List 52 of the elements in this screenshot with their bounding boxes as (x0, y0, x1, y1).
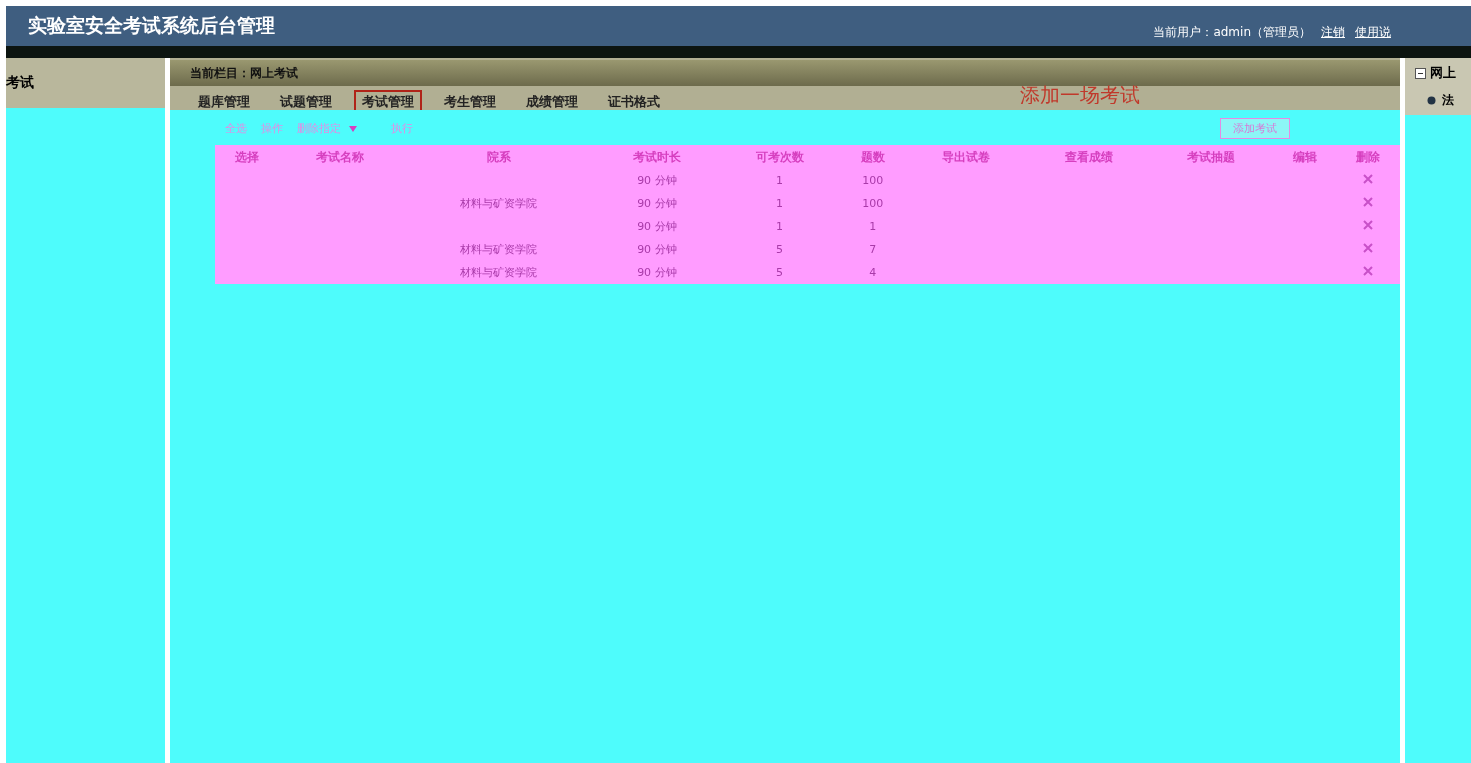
delete-icon[interactable] (1362, 242, 1375, 254)
nav-tab[interactable]: 证书格式 (600, 90, 669, 110)
panel-link[interactable]: 法 (1442, 92, 1455, 109)
nav-tab[interactable]: 试题管理 (272, 90, 341, 110)
delete-icon[interactable] (1362, 219, 1375, 231)
caret-icon (349, 125, 358, 132)
delete-icon[interactable] (1362, 265, 1375, 277)
collapse-icon[interactable] (1415, 67, 1427, 79)
column-header: 导出试卷 (904, 145, 1028, 169)
table-cell: 1 (718, 215, 841, 238)
header-link[interactable]: 使用说 (1355, 23, 1391, 41)
table-cell: 100 (840, 169, 905, 192)
nav-tab[interactable]: 题库管理 (190, 90, 259, 110)
bullet-icon (1427, 96, 1437, 105)
column-header: 删除 (1336, 145, 1401, 169)
column-header: 考试名称 (279, 145, 402, 169)
table-cell: 100 (840, 192, 905, 215)
table-cell: 1 (718, 169, 841, 192)
column-header: 选择 (215, 145, 280, 169)
nav-tab[interactable]: 考生管理 (436, 90, 505, 110)
column-header: 可考次数 (718, 145, 841, 169)
delete-icon[interactable] (1362, 173, 1375, 185)
column-header: 题数 (840, 145, 905, 169)
column-header: 查看成绩 (1027, 145, 1150, 169)
table-cell: 4 (840, 261, 905, 284)
table-cell: 90 分钟 (595, 238, 719, 261)
table-cell: 1 (718, 192, 841, 215)
table-cell: 7 (840, 238, 905, 261)
table-cell: 1 (840, 215, 905, 238)
panel-heading: 网上 (1430, 64, 1457, 82)
delete-icon[interactable] (1362, 196, 1375, 208)
table-cell: 90 分钟 (595, 169, 719, 192)
breadcrumb-bar: 当前栏目：网上考试 (170, 60, 1401, 86)
sidebar-heading: 考试 (6, 58, 166, 108)
table-cell: 材料与矿资学院 (401, 238, 596, 261)
table-cell: 90 分钟 (595, 192, 719, 215)
table-cell: 90 分钟 (595, 215, 719, 238)
table-cell: 90 分钟 (595, 261, 719, 284)
table-cell: 材料与矿资学院 (401, 192, 596, 215)
current-user-text: 当前用户：admin（管理员） (1153, 23, 1311, 41)
header-link[interactable]: 注销 (1321, 23, 1345, 41)
nav-tab[interactable]: 成绩管理 (518, 90, 587, 110)
action-label: 操作 (261, 121, 284, 136)
table-cell: 5 (718, 261, 841, 284)
nav-tab[interactable]: 考试管理 (354, 90, 423, 110)
table-cell: 材料与矿资学院 (401, 261, 596, 284)
window-title: 实验室安全考试系统后台管理 (28, 13, 275, 38)
column-header: 编辑 (1272, 145, 1337, 169)
table-cell: 5 (718, 238, 841, 261)
column-header: 考试抽题 (1149, 145, 1273, 169)
column-header: 考试时长 (595, 145, 719, 169)
column-header: 院系 (401, 145, 596, 169)
